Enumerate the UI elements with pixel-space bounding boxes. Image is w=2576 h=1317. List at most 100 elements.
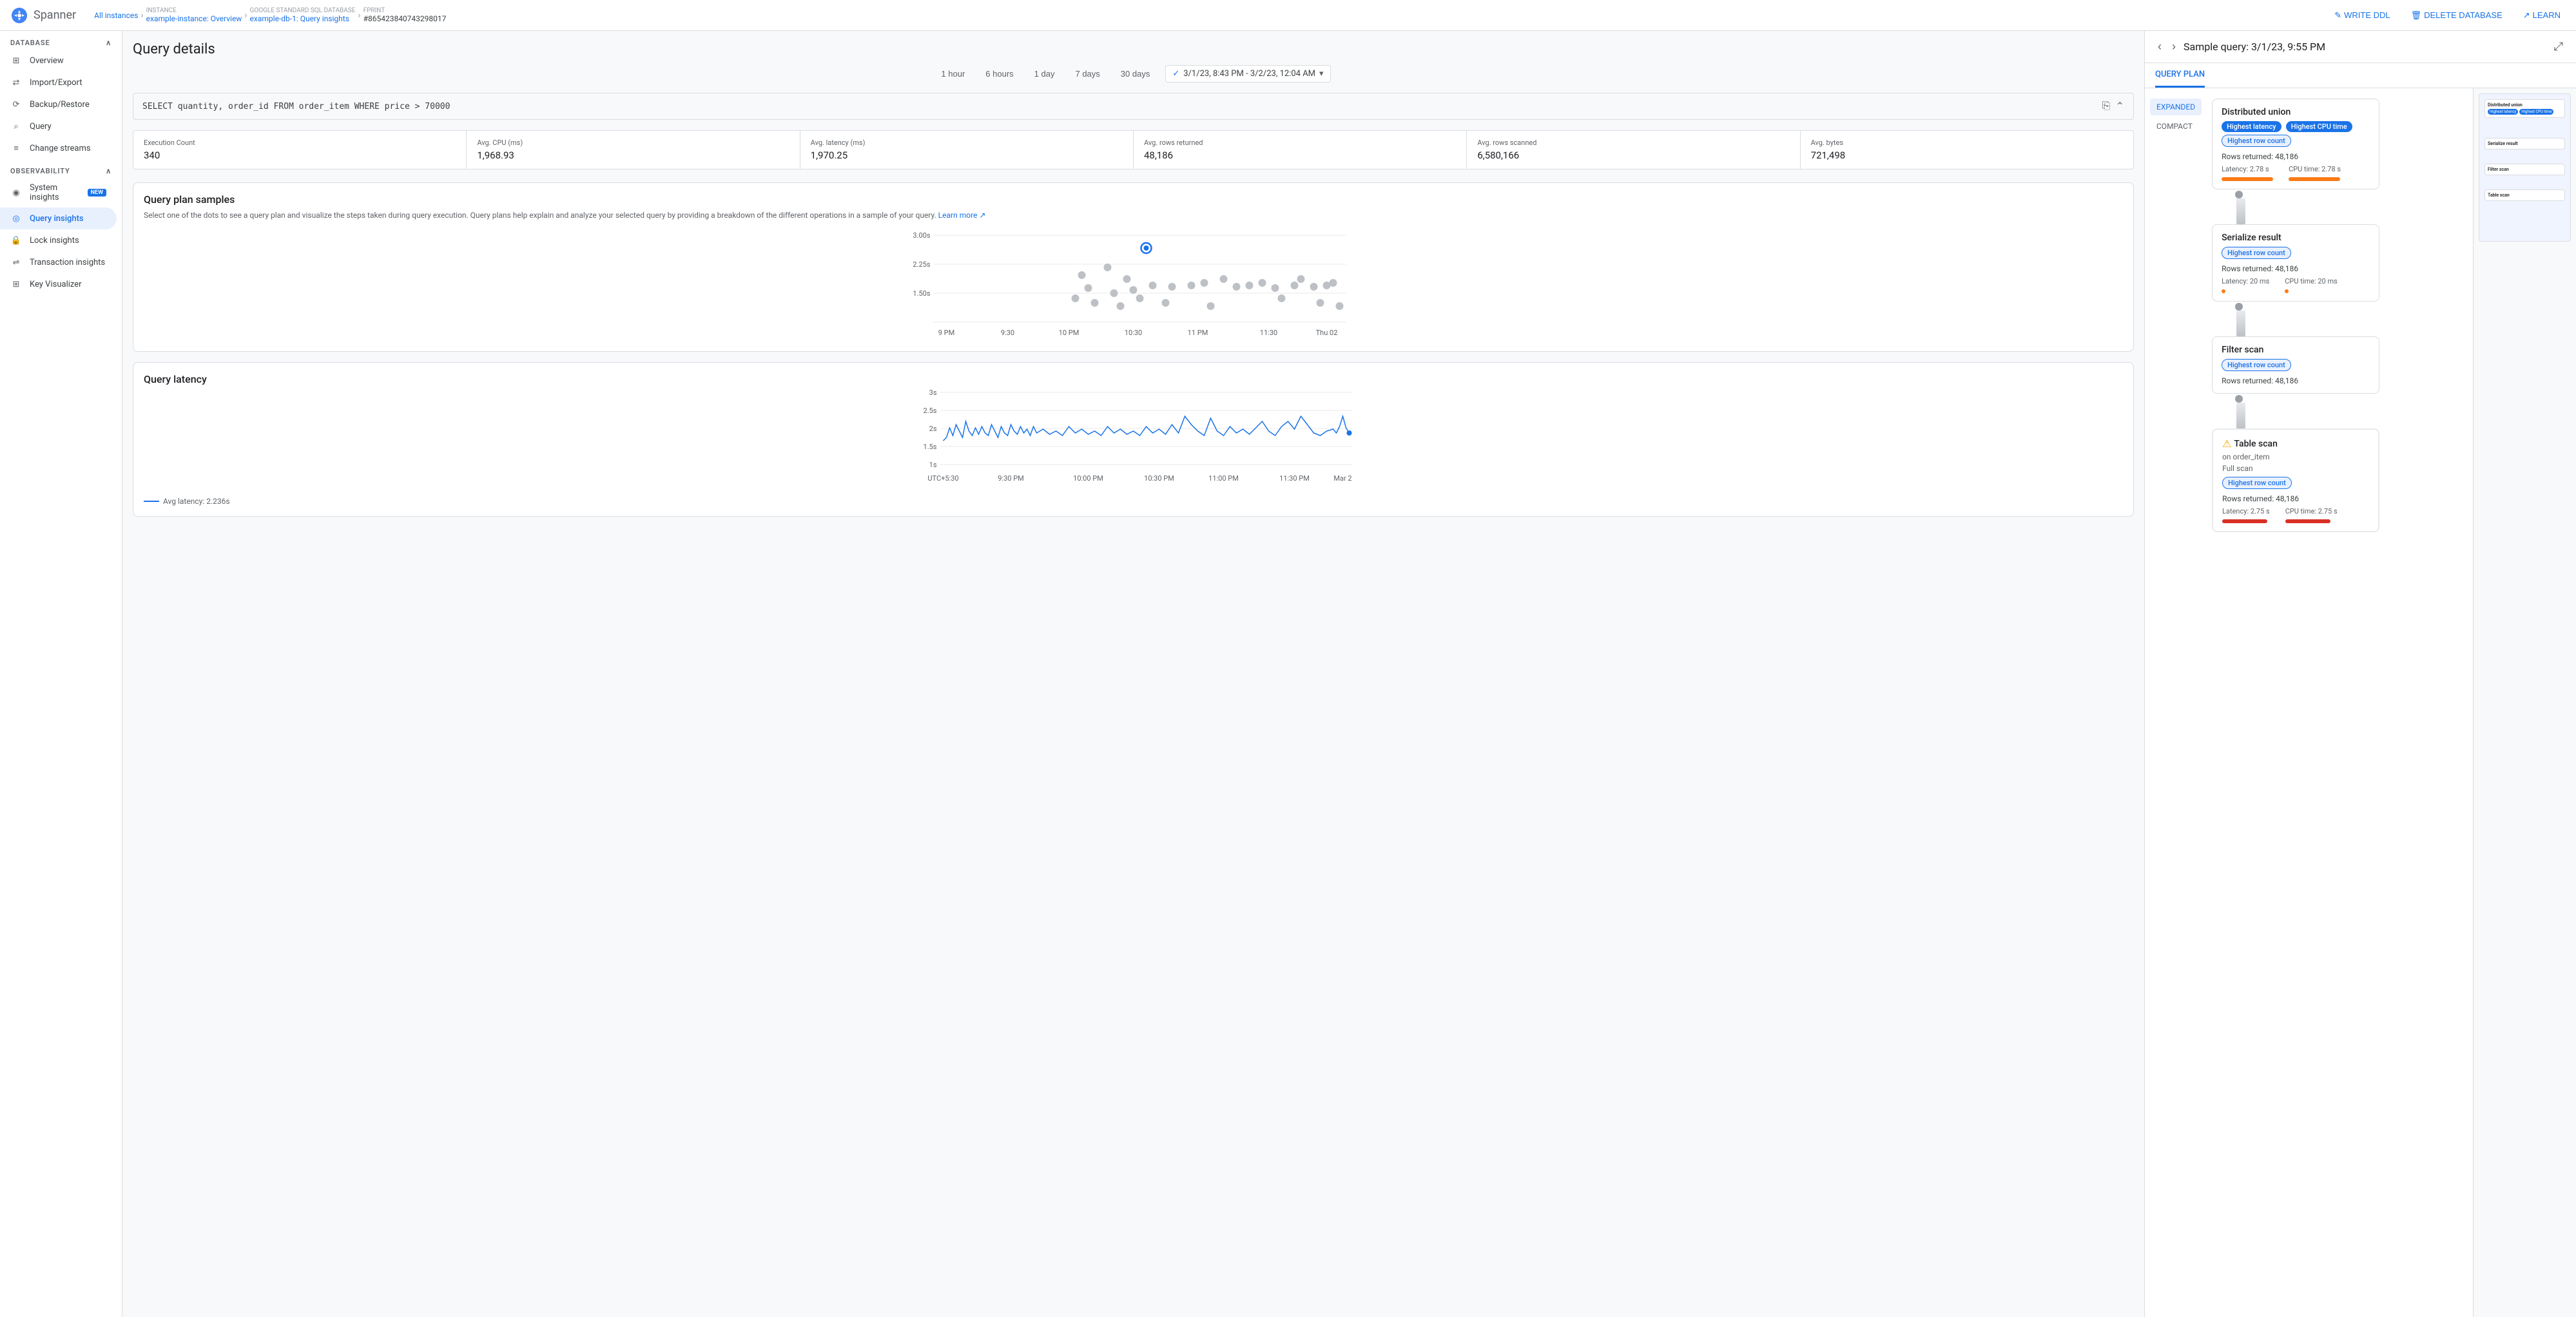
breadcrumb: All instances › INSTANCE example-instanc…: [94, 7, 2321, 23]
latency-chart-area: 3s 2.5s 2s 1.5s 1s UTC+5:30 9:30 PM: [144, 389, 2123, 492]
delete-database-button[interactable]: 🗑 DELETE DATABASE: [2406, 8, 2508, 23]
time-range-selector[interactable]: ✓ 3/1/23, 8:43 PM - 3/2/23, 12:04 AM ▾: [1165, 65, 1330, 82]
metric-latency-3: Latency: 2.75 s: [2222, 507, 2270, 523]
expand-sql-button[interactable]: ⌃: [2116, 100, 2124, 113]
svg-text:11 PM: 11 PM: [1188, 329, 1208, 337]
sidebar-item-key-visualizer[interactable]: ⊞ Key Visualizer: [0, 273, 117, 295]
sidebar-item-query[interactable]: ⌕ Query: [0, 115, 117, 137]
svg-text:10:30 PM: 10:30 PM: [1144, 474, 1174, 483]
pencil-icon: ✎: [2334, 10, 2341, 21]
observability-section-title: OBSERVABILITY ∧: [0, 159, 122, 178]
svg-text:9:30: 9:30: [1001, 329, 1014, 337]
connector-dot-1: [2235, 303, 2243, 311]
svg-text:10:00 PM: 10:00 PM: [1073, 474, 1103, 483]
query-latency-card: Query latency 3s 2.5s 2s: [133, 362, 2134, 517]
plan-node-distributed-union: Distributed union Highest latency Highes…: [2212, 99, 2379, 189]
scatter-chart-svg[interactable]: 3.00s 2.25s 1.50s: [144, 229, 2123, 338]
time-1h-button[interactable]: 1 hour: [936, 66, 970, 81]
prev-sample-button[interactable]: ‹: [2155, 37, 2164, 56]
right-panel-header: ‹ › Sample query: 3/1/23, 9:55 PM ⤢: [2145, 31, 2576, 63]
sidebar-item-system-insights[interactable]: ◉ System insights NEW: [0, 178, 117, 207]
breadcrumb-instance: INSTANCE example-instance: Overview: [146, 7, 242, 23]
mini-node-4: Table scan: [2484, 189, 2565, 201]
connector-bar-0: [2236, 198, 2245, 224]
metric-cpu-3: CPU time: 2.75 s: [2285, 507, 2338, 523]
connector-dot-2: [2235, 395, 2243, 403]
time-1d-button[interactable]: 1 day: [1029, 66, 1060, 81]
mini-map: Distributed union Highest latency Highes…: [2473, 88, 2576, 1317]
learn-more-link[interactable]: Learn more ↗: [938, 211, 986, 220]
grid-icon: ⊞: [10, 55, 22, 66]
node-rows-0: Rows returned: 48,186: [2222, 152, 2370, 161]
mini-map-viewport: Distributed union Highest latency Highes…: [2479, 93, 2571, 242]
metric-latency-1: Latency: 20 ms: [2222, 277, 2269, 293]
time-30d-button[interactable]: 30 days: [1116, 66, 1156, 81]
table-scan-subtitle2: Full scan: [2222, 464, 2369, 473]
latency-bar-3: [2222, 519, 2267, 523]
svg-text:2s: 2s: [929, 425, 937, 433]
mode-expanded[interactable]: EXPANDED: [2150, 99, 2202, 115]
mode-compact[interactable]: COMPACT: [2150, 118, 2202, 135]
breadcrumb-all-instances[interactable]: All instances: [94, 11, 138, 20]
sidebar-item-change-streams[interactable]: ≡ Change streams: [0, 137, 117, 159]
learn-icon: ↗: [2523, 10, 2530, 21]
svg-text:Mar 2: Mar 2: [1333, 474, 1351, 483]
connector-0: [2220, 189, 2245, 224]
query-plan-samples-card: Query plan samples Select one of the dot…: [133, 182, 2134, 352]
backup-icon: ⟳: [10, 99, 22, 110]
plan-view: EXPANDED COMPACT Distributed union Highe…: [2145, 88, 2576, 1317]
node-metrics-3: Latency: 2.75 s CPU time: 2.75 s: [2222, 507, 2369, 523]
time-7d-button[interactable]: 7 days: [1070, 66, 1105, 81]
svg-text:10:30: 10:30: [1125, 329, 1142, 337]
time-6h-button[interactable]: 6 hours: [980, 66, 1018, 81]
stat-avg-rows-returned: Avg. rows returned 48,186: [1134, 131, 1467, 169]
mini-node-2: Serialize result: [2484, 138, 2565, 149]
svg-text:9:30 PM: 9:30 PM: [998, 474, 1023, 483]
collapse-icon[interactable]: ∧: [106, 39, 111, 47]
collapse-obs-icon[interactable]: ∧: [106, 167, 111, 175]
sidebar-item-transaction-insights[interactable]: ⇌ Transaction insights: [0, 251, 117, 273]
svg-text:10 PM: 10 PM: [1059, 329, 1080, 337]
sidebar-item-backup-restore[interactable]: ⟳ Backup/Restore: [0, 93, 117, 115]
table-scan-subtitle: on order_item: [2222, 452, 2369, 461]
expand-panel-button[interactable]: ⤢: [2552, 37, 2566, 56]
svg-text:Thu 02: Thu 02: [1316, 329, 1338, 337]
node-rows-1: Rows returned: 48,186: [2222, 264, 2370, 273]
mini-node-3: Filter scan: [2484, 164, 2565, 175]
node-rows-3: Rows returned: 48,186: [2222, 494, 2369, 503]
page-title: Query details: [133, 41, 2134, 57]
sidebar-item-overview[interactable]: ⊞ Overview: [0, 50, 117, 72]
tab-query-plan[interactable]: QUERY PLAN: [2155, 63, 2205, 88]
metric-cpu-0: CPU time: 2.78 s: [2289, 165, 2341, 181]
database-section-title: DATABASE ∧: [0, 31, 122, 50]
write-ddl-button[interactable]: ✎ WRITE DDL: [2329, 8, 2395, 23]
sidebar-item-lock-insights[interactable]: 🔒 Lock insights: [0, 229, 117, 251]
content-area: Query details 1 hour 6 hours 1 day 7 day…: [122, 31, 2576, 1317]
plan-node-filter-scan: Filter scan Highest row count Rows retur…: [2212, 336, 2379, 394]
tag-highest-row-3: Highest row count: [2222, 477, 2292, 489]
copy-sql-button[interactable]: ⎘: [2102, 100, 2111, 113]
query-plan-samples-desc: Select one of the dots to see a query pl…: [144, 209, 2123, 221]
learn-button[interactable]: ↗ LEARN: [2518, 8, 2566, 23]
svg-text:11:30 PM: 11:30 PM: [1279, 474, 1310, 483]
latency-bar-1: [2222, 289, 2225, 293]
next-sample-button[interactable]: ›: [2169, 37, 2178, 56]
new-badge: NEW: [88, 189, 106, 197]
spanner-logo-icon: [10, 6, 28, 24]
table-scan-header: ⚠ Table scan: [2222, 437, 2369, 450]
sidebar-item-import-export[interactable]: ⇄ Import/Export: [0, 72, 117, 93]
main-layout: DATABASE ∧ ⊞ Overview ⇄ Import/Export ⟳ …: [0, 31, 2576, 1317]
connector-bar-2: [2236, 403, 2245, 428]
topbar: Spanner All instances › INSTANCE example…: [0, 0, 2576, 31]
metric-cpu-1: CPU time: 20 ms: [2285, 277, 2338, 293]
sql-query: SELECT quantity, order_id FROM order_ite…: [142, 102, 450, 111]
connector-2: [2220, 394, 2245, 428]
tag-highest-row-2: Highest row count: [2222, 359, 2291, 371]
stat-avg-cpu: Avg. CPU (ms) 1,968.93: [467, 131, 800, 169]
svg-text:1.5s: 1.5s: [924, 443, 937, 451]
query-plan-samples-title: Query plan samples: [144, 193, 2123, 206]
sidebar-item-query-insights[interactable]: ◎ Query insights: [0, 207, 117, 229]
plan-node-table-scan: ⚠ Table scan on order_item Full scan Hig…: [2212, 428, 2379, 532]
plan-node-serialize-result: Serialize result Highest row count Rows …: [2212, 224, 2379, 302]
svg-text:1s: 1s: [929, 461, 937, 469]
